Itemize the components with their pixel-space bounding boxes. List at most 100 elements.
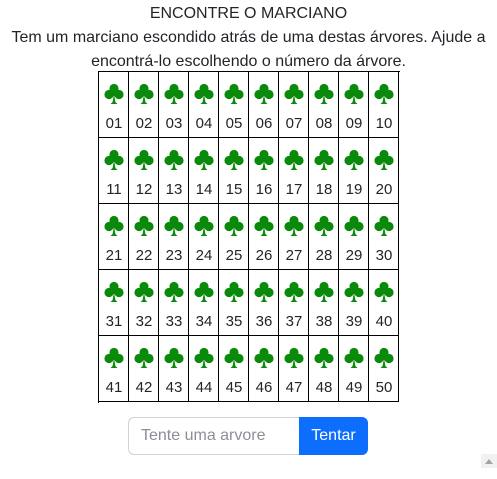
tree-38[interactable]: 38 bbox=[309, 270, 339, 336]
club-tree-icon bbox=[344, 347, 364, 368]
tree-49[interactable]: 49 bbox=[339, 336, 369, 402]
tree-45[interactable]: 45 bbox=[219, 336, 249, 402]
club-tree-icon bbox=[104, 215, 124, 236]
tree-number-label: 49 bbox=[345, 379, 363, 396]
tree-number-label: 21 bbox=[105, 247, 123, 264]
tree-20[interactable]: 20 bbox=[369, 138, 399, 204]
tree-03[interactable]: 03 bbox=[159, 72, 189, 138]
club-tree-icon bbox=[344, 215, 364, 236]
tree-42[interactable]: 42 bbox=[129, 336, 159, 402]
tree-26[interactable]: 26 bbox=[249, 204, 279, 270]
tree-29[interactable]: 29 bbox=[339, 204, 369, 270]
tree-35[interactable]: 35 bbox=[219, 270, 249, 336]
tree-05[interactable]: 05 bbox=[219, 72, 249, 138]
tree-18[interactable]: 18 bbox=[309, 138, 339, 204]
club-tree-icon bbox=[344, 149, 364, 170]
tree-40[interactable]: 40 bbox=[369, 270, 399, 336]
tree-grid: 01 02 03 04 05 06 07 08 09 10 11 12 13 14 15 16 17 18 19 20… bbox=[98, 71, 400, 403]
tree-11[interactable]: 11 bbox=[99, 138, 129, 204]
club-tree-icon bbox=[194, 149, 214, 170]
tree-17[interactable]: 17 bbox=[279, 138, 309, 204]
tree-number-label: 18 bbox=[315, 181, 333, 198]
tree-number-label: 07 bbox=[285, 115, 303, 132]
club-tree-icon bbox=[314, 83, 334, 104]
club-tree-icon bbox=[284, 347, 304, 368]
tree-32[interactable]: 32 bbox=[129, 270, 159, 336]
tree-02[interactable]: 02 bbox=[129, 72, 159, 138]
tree-39[interactable]: 39 bbox=[339, 270, 369, 336]
page-header: ENCONTRE O MARCIANO Tem um marciano esco… bbox=[0, 2, 497, 74]
tree-06[interactable]: 06 bbox=[249, 72, 279, 138]
tree-number-label: 20 bbox=[375, 181, 393, 198]
club-tree-icon bbox=[254, 281, 274, 302]
tree-16[interactable]: 16 bbox=[249, 138, 279, 204]
tree-48[interactable]: 48 bbox=[309, 336, 339, 402]
tree-04[interactable]: 04 bbox=[189, 72, 219, 138]
tree-number-label: 36 bbox=[255, 313, 273, 330]
club-tree-icon bbox=[134, 281, 154, 302]
tree-number-label: 41 bbox=[105, 379, 123, 396]
page-title: ENCONTRE O MARCIANO bbox=[149, 5, 348, 22]
club-tree-icon bbox=[374, 347, 394, 368]
tree-31[interactable]: 31 bbox=[99, 270, 129, 336]
club-tree-icon bbox=[284, 83, 304, 104]
club-tree-icon bbox=[164, 149, 184, 170]
tree-24[interactable]: 24 bbox=[189, 204, 219, 270]
tree-28[interactable]: 28 bbox=[309, 204, 339, 270]
tree-number-label: 12 bbox=[135, 181, 153, 198]
try-button[interactable]: Tentar bbox=[299, 417, 368, 455]
tree-number-label: 08 bbox=[315, 115, 333, 132]
tree-guess-input[interactable] bbox=[128, 417, 299, 455]
club-tree-icon bbox=[104, 281, 124, 302]
tree-21[interactable]: 21 bbox=[99, 204, 129, 270]
tree-36[interactable]: 36 bbox=[249, 270, 279, 336]
club-tree-icon bbox=[224, 347, 244, 368]
tree-46[interactable]: 46 bbox=[249, 336, 279, 402]
tree-12[interactable]: 12 bbox=[129, 138, 159, 204]
club-tree-icon bbox=[104, 83, 124, 104]
club-tree-icon bbox=[164, 83, 184, 104]
tree-19[interactable]: 19 bbox=[339, 138, 369, 204]
tree-number-label: 39 bbox=[345, 313, 363, 330]
club-tree-icon bbox=[254, 215, 274, 236]
club-tree-icon bbox=[224, 281, 244, 302]
tree-27[interactable]: 27 bbox=[279, 204, 309, 270]
tree-34[interactable]: 34 bbox=[189, 270, 219, 336]
club-tree-icon bbox=[344, 281, 364, 302]
tree-01[interactable]: 01 bbox=[99, 72, 129, 138]
tree-13[interactable]: 13 bbox=[159, 138, 189, 204]
club-tree-icon bbox=[134, 83, 154, 104]
club-tree-icon bbox=[104, 149, 124, 170]
tree-number-label: 45 bbox=[225, 379, 243, 396]
tree-number-label: 42 bbox=[135, 379, 153, 396]
club-tree-icon bbox=[314, 347, 334, 368]
tree-08[interactable]: 08 bbox=[309, 72, 339, 138]
tree-number-label: 30 bbox=[375, 247, 393, 264]
club-tree-icon bbox=[254, 83, 274, 104]
tree-14[interactable]: 14 bbox=[189, 138, 219, 204]
tree-47[interactable]: 47 bbox=[279, 336, 309, 402]
tree-number-label: 05 bbox=[225, 115, 243, 132]
tree-43[interactable]: 43 bbox=[159, 336, 189, 402]
tree-15[interactable]: 15 bbox=[219, 138, 249, 204]
club-tree-icon bbox=[374, 215, 394, 236]
tree-number-label: 50 bbox=[375, 379, 393, 396]
tree-number-label: 35 bbox=[225, 313, 243, 330]
tree-50[interactable]: 50 bbox=[369, 336, 399, 402]
club-tree-icon bbox=[194, 347, 214, 368]
club-tree-icon bbox=[284, 149, 304, 170]
tree-25[interactable]: 25 bbox=[219, 204, 249, 270]
tree-number-label: 34 bbox=[195, 313, 213, 330]
tree-44[interactable]: 44 bbox=[189, 336, 219, 402]
tree-07[interactable]: 07 bbox=[279, 72, 309, 138]
tree-09[interactable]: 09 bbox=[339, 72, 369, 138]
tree-23[interactable]: 23 bbox=[159, 204, 189, 270]
tree-33[interactable]: 33 bbox=[159, 270, 189, 336]
tree-10[interactable]: 10 bbox=[369, 72, 399, 138]
tree-37[interactable]: 37 bbox=[279, 270, 309, 336]
tree-41[interactable]: 41 bbox=[99, 336, 129, 402]
tree-number-label: 28 bbox=[315, 247, 333, 264]
tree-22[interactable]: 22 bbox=[129, 204, 159, 270]
scroll-up-arrow-icon[interactable] bbox=[481, 454, 497, 468]
tree-30[interactable]: 30 bbox=[369, 204, 399, 270]
